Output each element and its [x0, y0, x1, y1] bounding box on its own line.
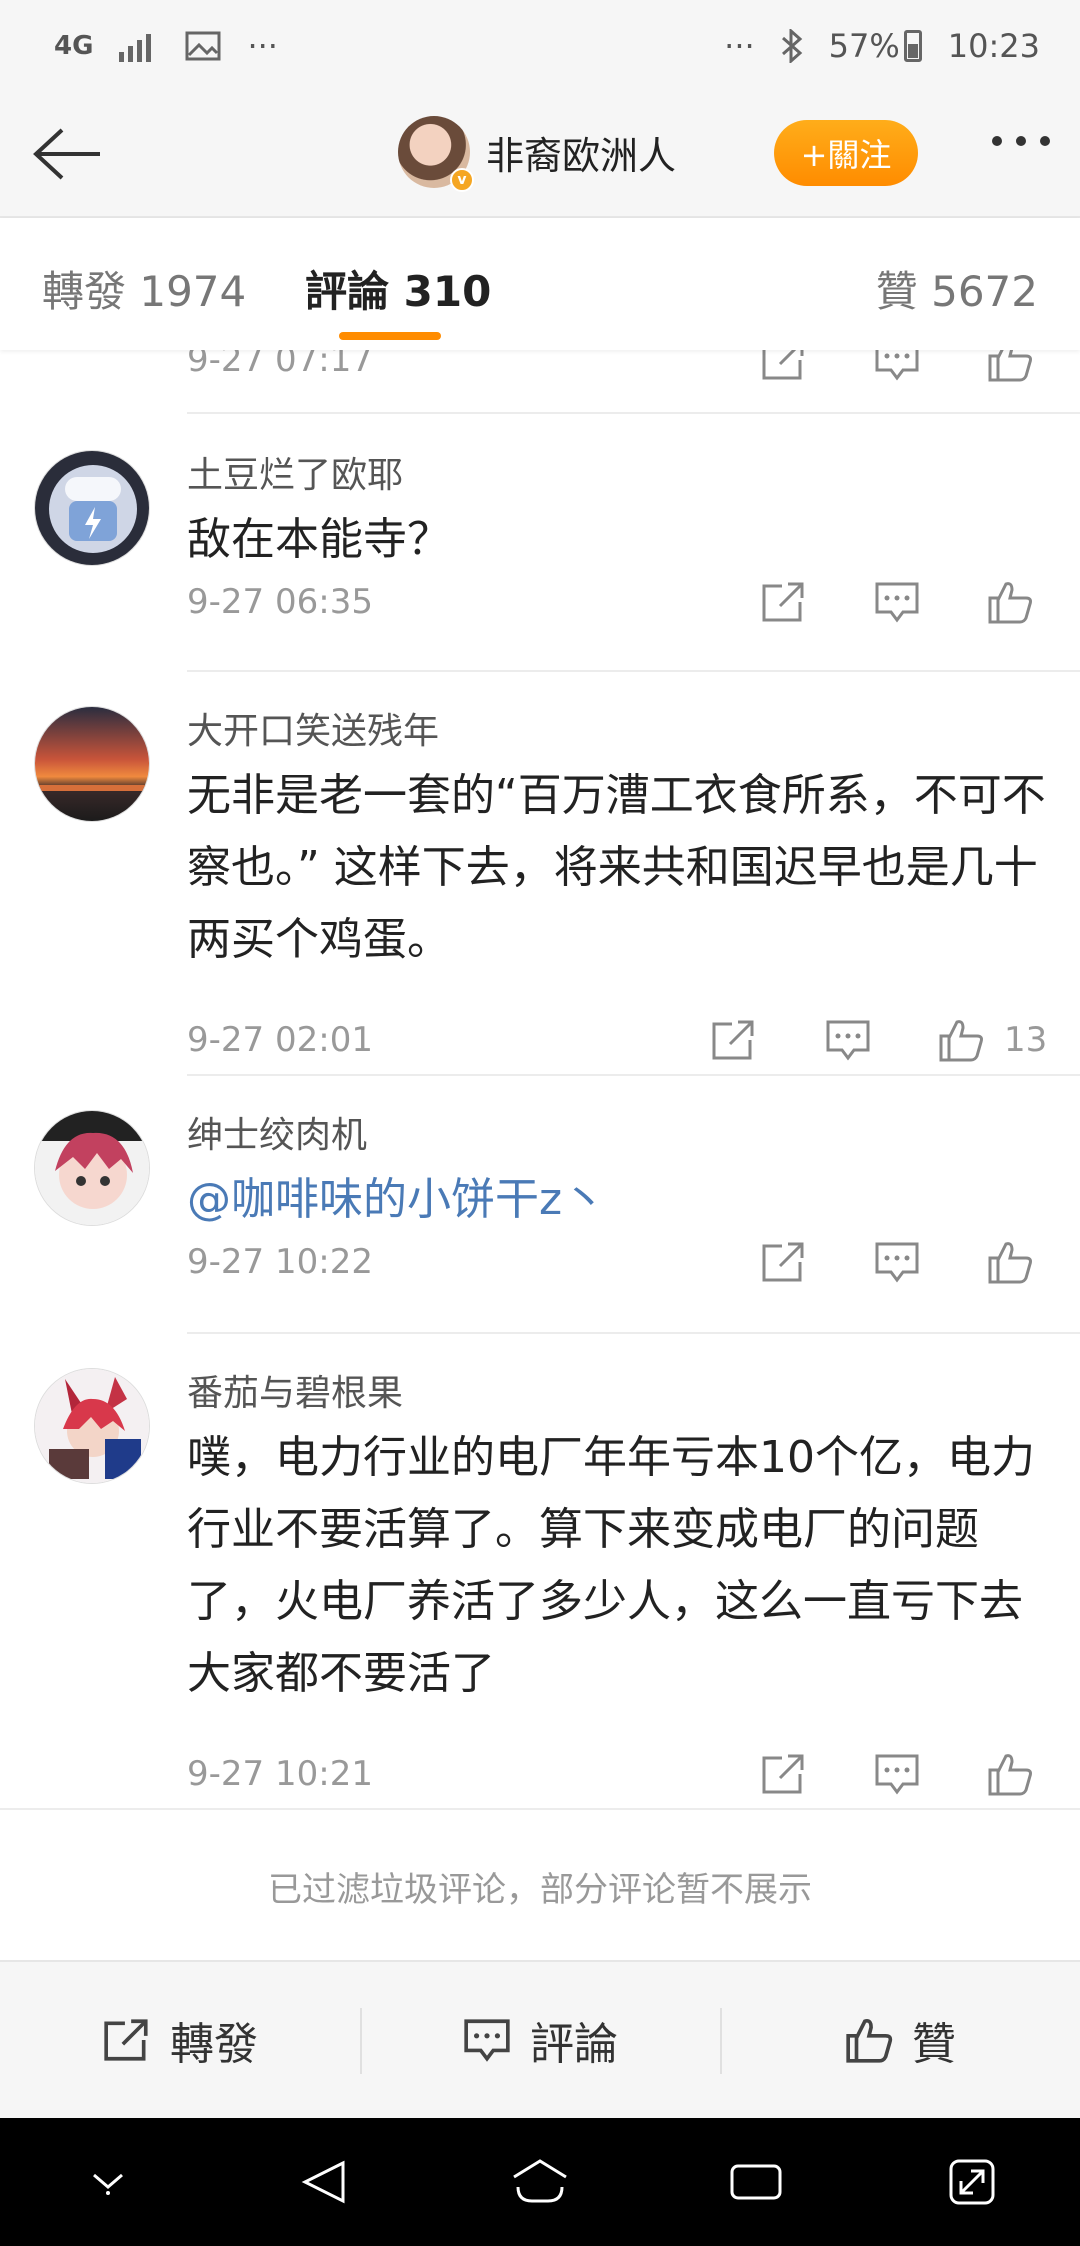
nav-home-icon[interactable]: [500, 2142, 580, 2222]
divider: [187, 670, 1080, 672]
commenter-name[interactable]: 绅士绞肉机: [187, 1106, 367, 1158]
comment-icon[interactable]: [873, 1240, 921, 1284]
commenter-name[interactable]: 番茄与碧根果: [187, 1364, 403, 1416]
repost-button[interactable]: 轉發: [0, 1962, 360, 2118]
nav-back-icon[interactable]: [284, 2142, 364, 2222]
comment-button[interactable]: 評論: [360, 1962, 720, 2118]
comment-date: 9-27 02:01: [187, 1020, 373, 1060]
more-notifications-icon: ···: [247, 27, 278, 65]
comment-date: 9-27 10:22: [187, 1242, 373, 1282]
commenter-avatar[interactable]: [34, 1110, 150, 1226]
commenter-avatar[interactable]: [34, 450, 150, 566]
commenter-name[interactable]: 大开口笑送残年: [187, 702, 439, 754]
divider: [187, 1332, 1080, 1334]
author-info[interactable]: v 非裔欧洲人: [398, 116, 676, 192]
author-avatar[interactable]: v: [398, 116, 474, 192]
bluetooth-icon: [781, 29, 802, 63]
like-icon[interactable]: [986, 1752, 1034, 1796]
comment-icon[interactable]: [873, 1752, 921, 1796]
comment-text: 无非是老一套的“百万漕工衣食所系，不可不察也。” 这样下去，将来共和国迟早也是几…: [187, 770, 1046, 965]
system-nav-bar: [0, 2118, 1080, 2246]
commenter-avatar[interactable]: [34, 706, 150, 822]
repost-icon[interactable]: [760, 350, 808, 382]
comment-icon[interactable]: [873, 580, 921, 624]
comment-date: 9-27 07:17: [187, 350, 373, 380]
more-options-icon[interactable]: [992, 136, 1050, 146]
signal-icon: [119, 34, 152, 62]
status-ellipsis: ···: [724, 27, 755, 65]
nav-expand-icon[interactable]: [932, 2142, 1012, 2222]
repost-label: 轉發: [170, 2019, 258, 2070]
active-tab-indicator: [339, 332, 441, 340]
nav-dropdown-icon[interactable]: [68, 2142, 148, 2222]
like-count: 13: [1004, 1020, 1048, 1060]
image-icon: [185, 31, 221, 61]
commenter-name[interactable]: 土豆烂了欧耶: [187, 446, 403, 498]
like-button[interactable]: 贊: [720, 1962, 1080, 2118]
mention-link[interactable]: @咖啡味的小饼干z丶: [187, 1164, 1047, 1236]
divider: [0, 1808, 1080, 1810]
battery-icon: [903, 30, 922, 62]
like-icon[interactable]: [986, 350, 1034, 382]
repost-icon[interactable]: [710, 1018, 758, 1062]
battery-percentage: 57%: [828, 27, 900, 65]
network-indicator: 4G: [54, 31, 94, 61]
comment-icon[interactable]: [873, 350, 921, 382]
repost-icon[interactable]: [760, 1240, 808, 1284]
comment-date: 9-27 10:21: [187, 1754, 373, 1794]
back-arrow-icon[interactable]: [28, 122, 104, 186]
divider: [187, 1074, 1080, 1076]
tab-repost[interactable]: 轉發 1974: [42, 258, 246, 319]
tab-comments[interactable]: 評論 310: [305, 258, 491, 319]
nav-recents-icon[interactable]: [716, 2142, 796, 2222]
header: v 非裔欧洲人 +關注: [0, 92, 1080, 218]
comment-icon: [464, 2019, 510, 2062]
commenter-avatar[interactable]: [34, 1368, 150, 1484]
repost-icon: [104, 2019, 148, 2061]
like-icon: [846, 2019, 893, 2063]
like-label: 贊: [912, 2019, 956, 2070]
repost-icon[interactable]: [760, 580, 808, 624]
comment-date: 9-27 06:35: [187, 582, 373, 622]
clock: 10:23: [947, 27, 1040, 65]
comment-list[interactable]: 9-27 07:17 土豆烂了欧耶 敌在本能寺？ 9-27 06:35 大开口笑…: [0, 350, 1080, 1810]
comment-text: 噗，电力行业的电厂年年亏本10个亿，电力行业不要活算了。算下来变成电厂的问题了，…: [187, 1432, 1035, 1699]
bottom-action-bar: 轉發 評論 贊: [0, 1960, 1080, 2118]
tab-bar: 轉發 1974 評論 310 贊 5672: [0, 218, 1080, 350]
comment-icon[interactable]: [824, 1018, 872, 1062]
verified-badge-icon: v: [450, 168, 474, 192]
comment-label: 評論: [530, 2019, 618, 2070]
like-icon[interactable]: [986, 1240, 1034, 1284]
status-bar: 4G ··· ··· 57% 10:23: [0, 0, 1080, 92]
follow-button[interactable]: +關注: [774, 120, 918, 186]
divider: [187, 412, 1080, 414]
like-icon[interactable]: [937, 1018, 985, 1062]
like-icon[interactable]: [986, 580, 1034, 624]
repost-icon[interactable]: [760, 1752, 808, 1796]
comment-text: 敌在本能寺？: [187, 514, 451, 565]
tab-likes[interactable]: 贊 5672: [876, 258, 1038, 319]
author-name[interactable]: 非裔欧洲人: [486, 125, 676, 180]
filter-notice: 已过滤垃圾评论，部分评论暂不展示: [268, 1870, 812, 1910]
